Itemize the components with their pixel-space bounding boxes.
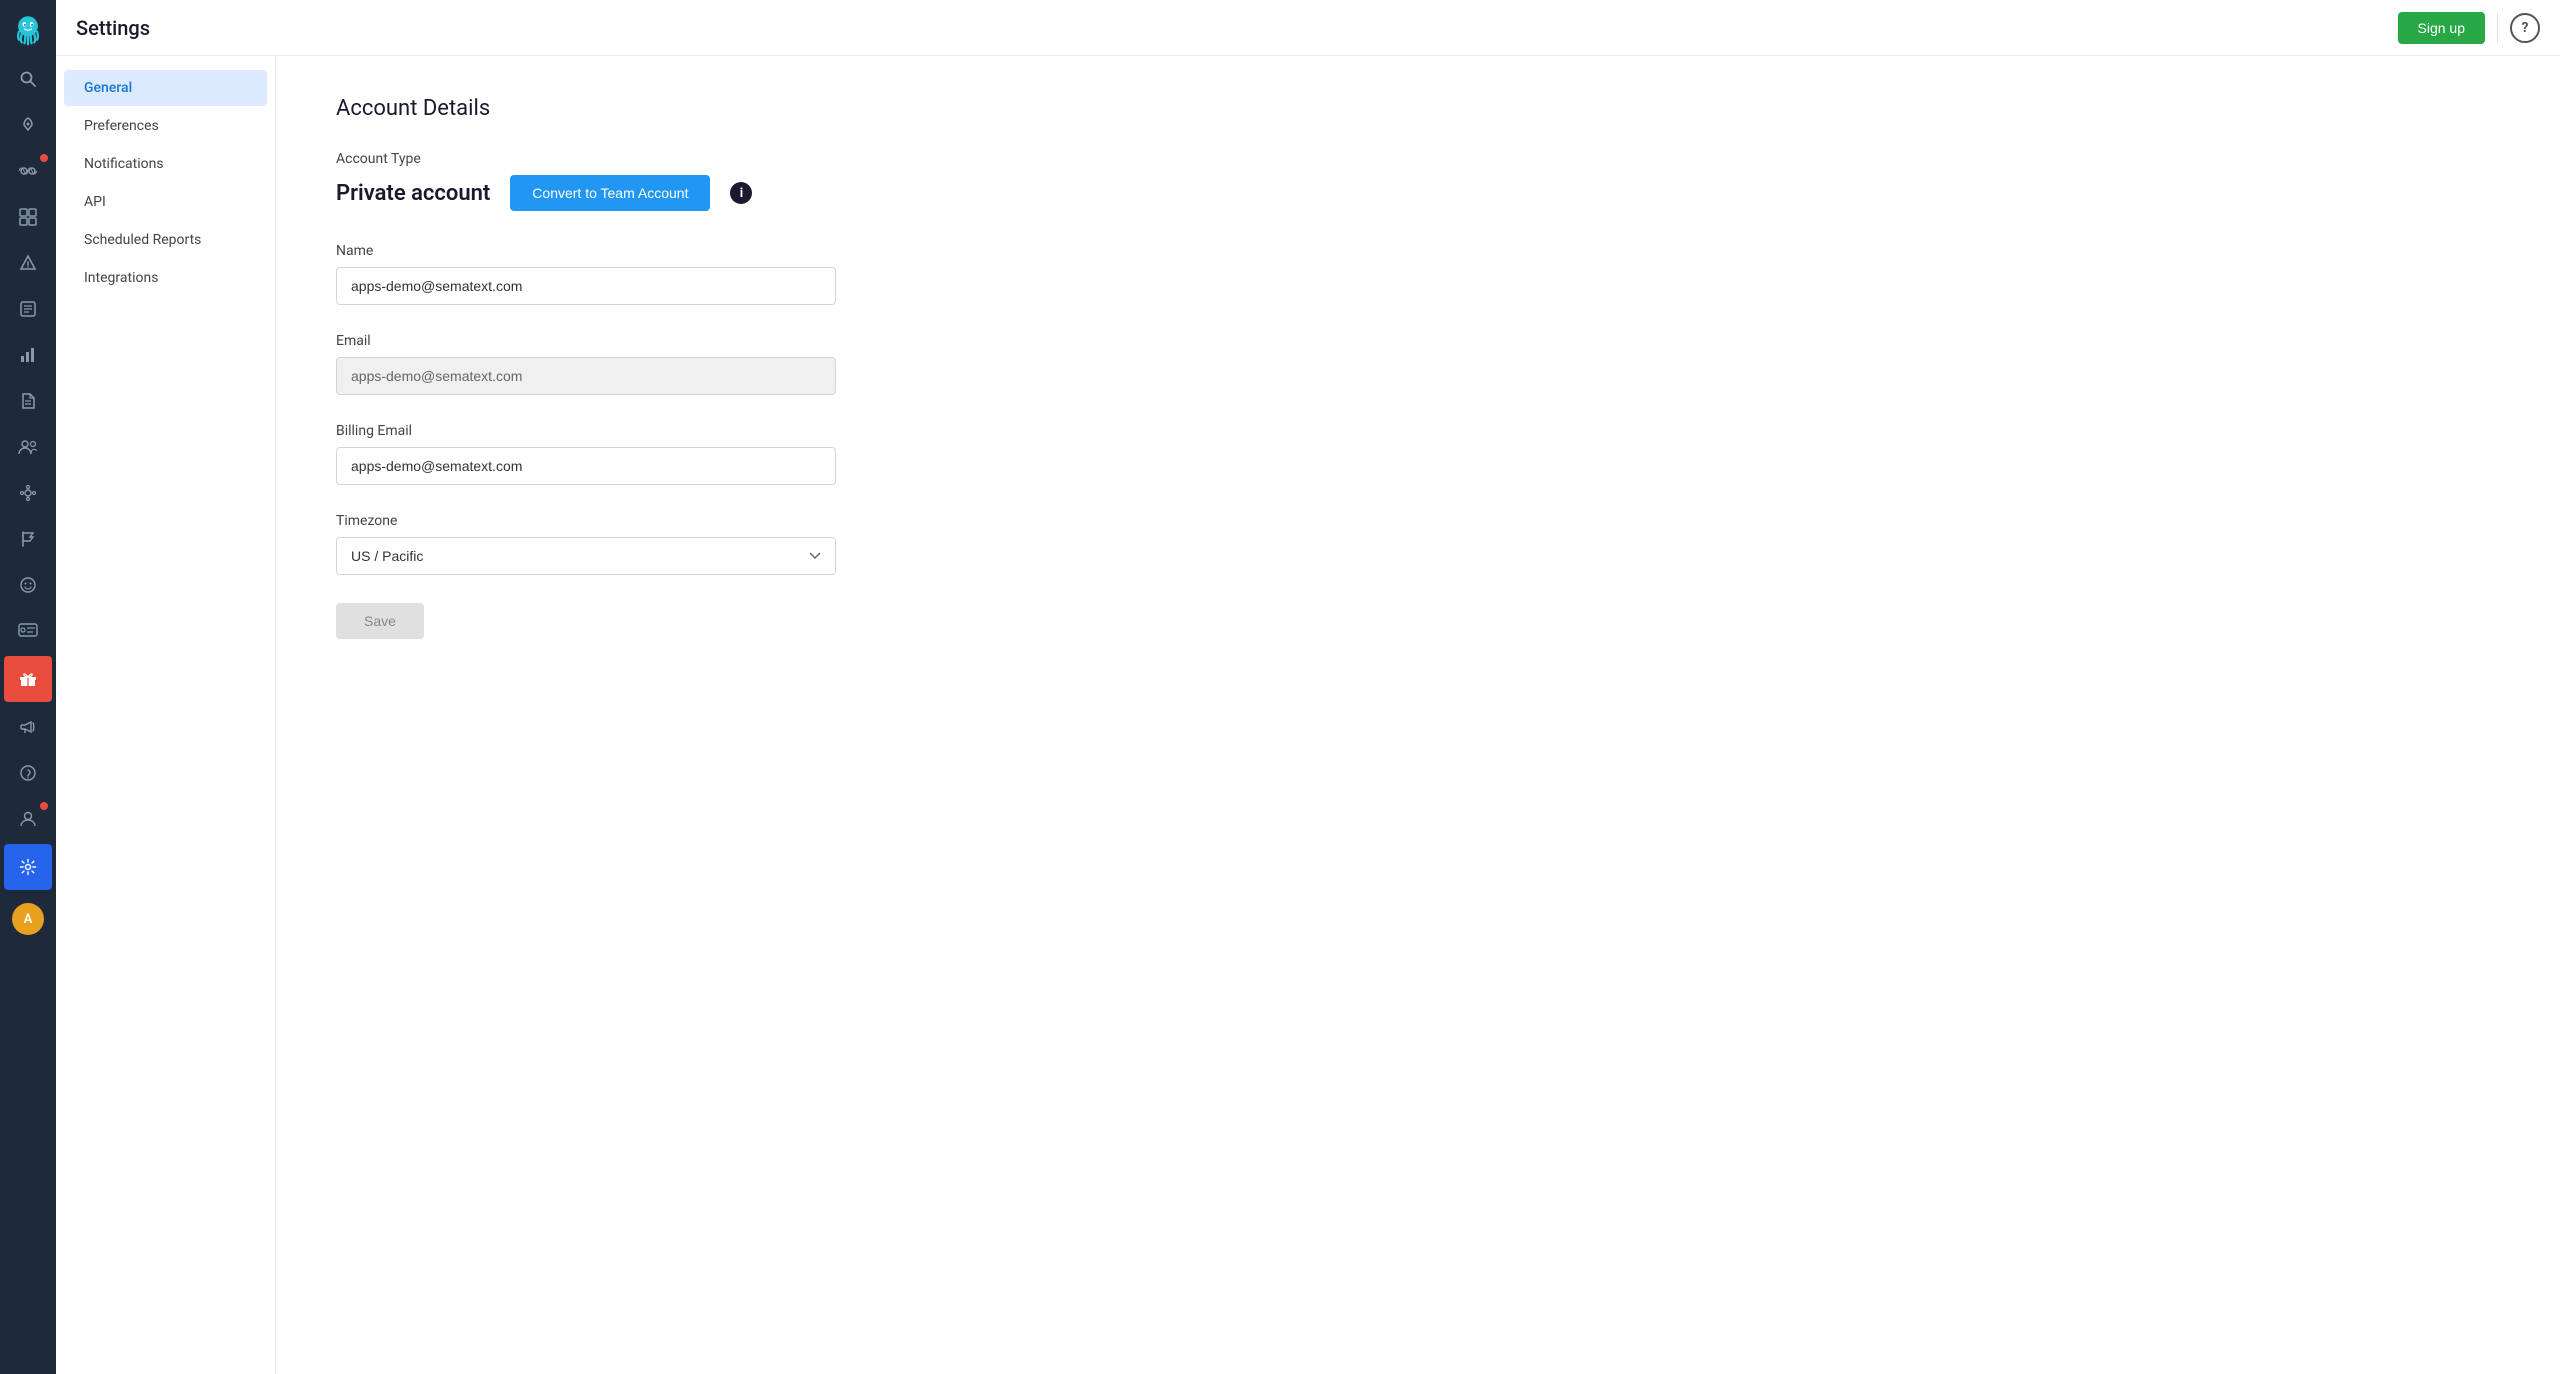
- header-right: Sign up ?: [2398, 12, 2540, 44]
- gift-icon[interactable]: [4, 656, 52, 702]
- app-logo[interactable]: [0, 0, 56, 56]
- save-button[interactable]: Save: [336, 603, 424, 639]
- admin-badge: [40, 802, 48, 810]
- dashboard-icon[interactable]: [0, 194, 56, 240]
- notification-badge: [40, 154, 48, 162]
- alerts-icon[interactable]: [0, 240, 56, 286]
- timezone-label: Timezone: [336, 513, 2500, 529]
- name-input[interactable]: [336, 267, 836, 305]
- profiler-icon[interactable]: [0, 608, 56, 654]
- monitoring-icon[interactable]: [0, 148, 56, 194]
- content-area: General Preferences Notifications API Sc…: [56, 56, 2560, 1374]
- billing-email-label: Billing Email: [336, 423, 2500, 439]
- account-type-value: Private account: [336, 181, 490, 206]
- page-title: Settings: [76, 16, 150, 40]
- timezone-field-group: Timezone US / Pacific US / Eastern US / …: [336, 513, 2500, 575]
- sidebar-item-general[interactable]: General: [64, 70, 267, 106]
- flags-icon[interactable]: [0, 516, 56, 562]
- main-area: Settings Sign up ? General Preferences N…: [56, 0, 2560, 1374]
- account-type-label: Account Type: [336, 151, 2500, 167]
- support-icon[interactable]: [0, 750, 56, 796]
- account-type-section: Account Type Private account Convert to …: [336, 151, 2500, 211]
- metrics-icon[interactable]: [0, 332, 56, 378]
- account-type-row: Private account Convert to Team Account …: [336, 175, 2500, 211]
- account-details-title: Account Details: [336, 96, 2500, 121]
- email-field-group: Email: [336, 333, 2500, 395]
- name-field-group: Name: [336, 243, 2500, 305]
- announcements-icon[interactable]: [0, 704, 56, 750]
- search-icon[interactable]: [0, 56, 56, 102]
- name-label: Name: [336, 243, 2500, 259]
- sidebar-item-scheduled-reports[interactable]: Scheduled Reports: [64, 222, 267, 258]
- reports-icon[interactable]: [0, 378, 56, 424]
- icon-sidebar: A: [0, 0, 56, 1374]
- email-label: Email: [336, 333, 2500, 349]
- settings-sidebar: General Preferences Notifications API Sc…: [56, 56, 276, 1374]
- billing-email-field-group: Billing Email: [336, 423, 2500, 485]
- sidebar-item-api[interactable]: API: [64, 184, 267, 220]
- header-divider: [2497, 13, 2498, 43]
- integrations-icon[interactable]: [0, 470, 56, 516]
- email-input: [336, 357, 836, 395]
- rocket-icon[interactable]: [0, 102, 56, 148]
- sidebar-item-integrations[interactable]: Integrations: [64, 260, 267, 296]
- top-header: Settings Sign up ?: [56, 0, 2560, 56]
- logs-icon[interactable]: [0, 286, 56, 332]
- team-icon[interactable]: [0, 424, 56, 470]
- settings-icon[interactable]: [4, 844, 52, 890]
- convert-to-team-button[interactable]: Convert to Team Account: [510, 175, 710, 211]
- sidebar-item-notifications[interactable]: Notifications: [64, 146, 267, 182]
- billing-email-input[interactable]: [336, 447, 836, 485]
- experience-icon[interactable]: [0, 562, 56, 608]
- help-icon[interactable]: ?: [2510, 13, 2540, 43]
- sidebar-item-preferences[interactable]: Preferences: [64, 108, 267, 144]
- signup-button[interactable]: Sign up: [2398, 12, 2485, 44]
- admin-icon[interactable]: [0, 796, 56, 842]
- avatar-icon[interactable]: A: [0, 896, 56, 942]
- account-info-icon[interactable]: i: [730, 182, 752, 204]
- timezone-select[interactable]: US / Pacific US / Eastern US / Central U…: [336, 537, 836, 575]
- main-content: Account Details Account Type Private acc…: [276, 56, 2560, 1374]
